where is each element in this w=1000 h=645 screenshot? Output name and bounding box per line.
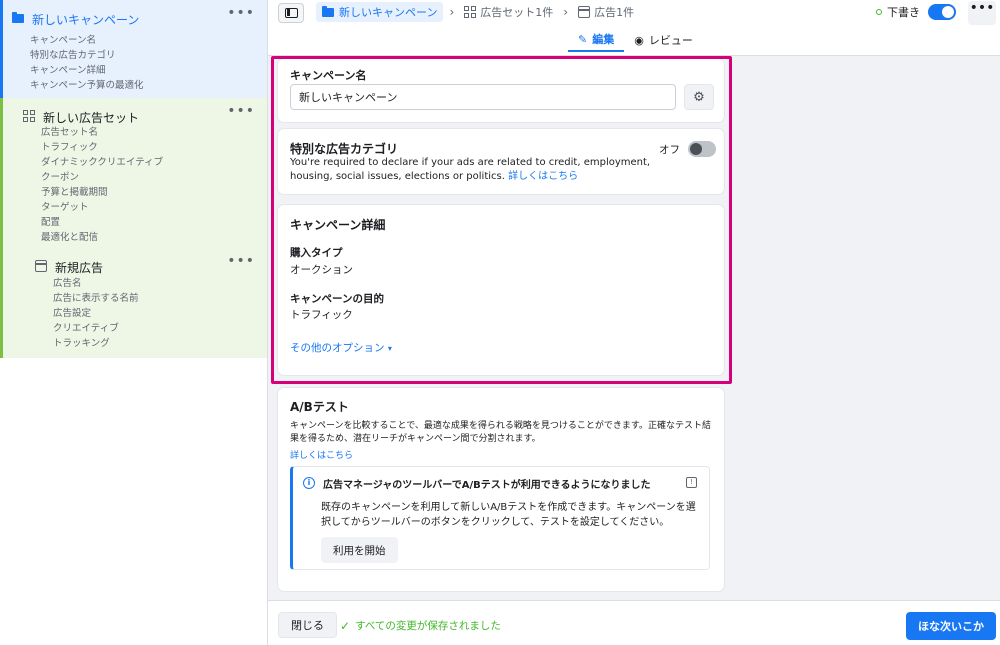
checkmark-icon: ✓ <box>340 618 351 633</box>
sidebar-item[interactable]: クリエイティブ <box>53 321 267 336</box>
special-category-toggle[interactable] <box>688 141 716 157</box>
campaign-name-label: キャンペーン名 <box>290 69 367 82</box>
more-options-label: その他のオプション <box>290 342 385 354</box>
more-options-link[interactable]: その他のオプション ▾ <box>290 340 392 355</box>
ab-test-info-box: i 広告マネージャのツールバーでA/Bテストが利用できるようになりました ! 既… <box>290 466 710 570</box>
ab-test-description: キャンペーンを比較することで、最適な成果を得られる戦略を見つけることができます。… <box>290 421 712 444</box>
sidebar-item[interactable]: 広告セット名 <box>41 125 267 140</box>
campaign-details-title: キャンペーン詳細 <box>290 218 386 232</box>
tab-bar: ✎ 編集 ◉ レビュー <box>568 28 703 52</box>
settings-button[interactable]: ⚙ <box>684 84 714 110</box>
sidebar-item[interactable]: キャンペーン詳細 <box>30 63 267 78</box>
learn-more-link[interactable]: 詳しくはこちら <box>508 171 578 182</box>
folder-icon <box>322 5 334 17</box>
main-content: キャンペーン名 ⚙ 特別な広告カテゴリ オフ You're required t… <box>268 56 1000 600</box>
footer-bar: 閉じる ✓ すべての変更が保存されました ほな次いこか <box>268 600 1000 645</box>
next-button[interactable]: ほな次いこか <box>906 612 996 640</box>
special-category-description: You're required to declare if your ads a… <box>290 156 660 184</box>
sidebar-item[interactable]: ターゲット <box>41 200 267 215</box>
save-status: ✓ すべての変更が保存されました <box>340 618 501 633</box>
info-title: 広告マネージャのツールバーでA/Bテストが利用できるようになりました <box>323 480 651 491</box>
ab-test-card: A/Bテスト キャンペーンを比較することで、最適な成果を得られる戦略を見つけるこ… <box>278 388 724 591</box>
grid-icon <box>464 6 477 18</box>
ad-icon <box>35 260 47 272</box>
campaign-name-card: キャンペーン名 ⚙ <box>278 59 724 122</box>
grid-icon <box>23 110 35 122</box>
objective-label: キャンペーンの目的 <box>290 293 384 305</box>
eye-icon: ◉ <box>634 33 644 47</box>
sidebar-adset-list: 広告セット名 トラフィック ダイナミッククリエイティブ クーポン 予算と掲載期間… <box>3 125 267 245</box>
sidebar-campaign-list: キャンペーン名 特別な広告カテゴリ キャンペーン詳細 キャンペーン予算の最適化 <box>3 33 267 93</box>
ad-more-icon[interactable]: ••• <box>227 254 255 268</box>
breadcrumb-adset[interactable]: 広告セット1件 <box>460 4 557 20</box>
buy-type-value: オークション <box>290 264 353 276</box>
sidebar-ad-list: 広告名 広告に表示する名前 広告設定 クリエイティブ トラッキング <box>3 276 267 351</box>
sidebar-item[interactable]: 広告に表示する名前 <box>53 291 267 306</box>
sidebar-item[interactable]: 広告名 <box>53 276 267 291</box>
buy-type-label: 購入タイプ <box>290 247 343 259</box>
ad-icon <box>578 6 591 18</box>
breadcrumb-campaign-label: 新しいキャンペーン <box>339 6 438 19</box>
tab-review-label: レビュー <box>648 34 693 47</box>
adset-more-icon[interactable]: ••• <box>227 104 255 118</box>
sidebar-item[interactable]: ダイナミッククリエイティブ <box>41 155 267 170</box>
special-category-title: 特別な広告カテゴリ <box>290 142 399 156</box>
campaign-details-card: キャンペーン詳細 購入タイプ オークション キャンペーンの目的 トラフィック そ… <box>278 205 724 375</box>
panel-toggle-button[interactable] <box>278 3 304 23</box>
gear-icon: ⚙ <box>693 89 705 105</box>
ab-test-learn-more-link[interactable]: 詳しくはこちら <box>290 448 353 461</box>
pencil-icon: ✎ <box>578 32 588 46</box>
tab-review[interactable]: ◉ レビュー <box>624 28 703 52</box>
campaign-more-icon[interactable]: ••• <box>227 6 255 20</box>
more-options-button[interactable]: ••• <box>968 1 996 25</box>
draft-label: 下書き <box>887 6 920 19</box>
sidebar-adset-title[interactable]: 新しい広告セット <box>43 109 139 126</box>
sidebar-item[interactable]: 予算と掲載期間 <box>41 185 267 200</box>
folder-icon <box>12 12 24 23</box>
feedback-icon[interactable]: ! <box>686 477 697 488</box>
breadcrumb-ad-label: 広告1件 <box>594 6 635 19</box>
toggle-off-label: オフ <box>659 143 680 156</box>
sidebar-item[interactable]: キャンペーン予算の最適化 <box>30 78 267 93</box>
chevron-right-icon: › <box>449 5 455 19</box>
special-category-card: 特別な広告カテゴリ オフ You're required to declare … <box>278 129 724 194</box>
close-button[interactable]: 閉じる <box>278 612 337 638</box>
tab-edit[interactable]: ✎ 編集 <box>568 28 625 52</box>
breadcrumb-ad[interactable]: 広告1件 <box>574 4 638 20</box>
info-body: 既存のキャンペーンを利用して新しいA/Bテストを作成できます。キャンペーンを選択… <box>321 502 696 528</box>
sidebar: 新しいキャンペーン ••• キャンペーン名 特別な広告カテゴリ キャンペーン詳細… <box>0 0 268 645</box>
top-bar: 新しいキャンペーン › 広告セット1件 › 広告1件 下書き ••• ✎ 編集 … <box>268 0 1000 56</box>
ab-test-title: A/Bテスト <box>290 400 349 414</box>
sidebar-campaign-section: 新しいキャンペーン ••• キャンペーン名 特別な広告カテゴリ キャンペーン詳細… <box>0 0 267 98</box>
chevron-right-icon: › <box>563 5 569 19</box>
draft-toggle[interactable] <box>928 4 956 20</box>
sidebar-item[interactable]: キャンペーン名 <box>30 33 267 48</box>
campaign-name-input[interactable] <box>290 84 676 110</box>
special-category-text: You're required to declare if your ads a… <box>290 157 651 182</box>
sidebar-toggle-icon <box>285 8 298 18</box>
sidebar-item[interactable]: トラッキング <box>53 336 267 351</box>
tab-edit-label: 編集 <box>592 33 615 46</box>
sidebar-ad-section: 新規広告 ••• 広告名 広告に表示する名前 広告設定 クリエイティブ トラッキ… <box>0 248 267 358</box>
sidebar-item[interactable]: トラフィック <box>41 140 267 155</box>
objective-value: トラフィック <box>290 309 353 321</box>
draft-status: 下書き <box>876 4 956 20</box>
sidebar-ad-title[interactable]: 新規広告 <box>55 259 103 276</box>
breadcrumb-campaign[interactable]: 新しいキャンペーン <box>316 2 444 22</box>
sidebar-item[interactable]: クーポン <box>41 170 267 185</box>
sidebar-item[interactable]: 最適化と配信 <box>41 230 267 245</box>
sidebar-campaign-title[interactable]: 新しいキャンペーン <box>32 11 139 28</box>
sidebar-item[interactable]: 広告設定 <box>53 306 267 321</box>
sidebar-item[interactable]: 特別な広告カテゴリ <box>30 48 267 63</box>
sidebar-item[interactable]: 配置 <box>41 215 267 230</box>
status-dot-icon <box>876 9 882 15</box>
special-category-toggle-group: オフ <box>659 141 716 157</box>
caret-down-icon: ▾ <box>387 344 392 353</box>
save-status-text: すべての変更が保存されました <box>355 620 501 632</box>
info-icon: i <box>303 477 315 489</box>
get-started-button[interactable]: 利用を開始 <box>321 537 398 563</box>
breadcrumb: 新しいキャンペーン › 広告セット1件 › 広告1件 <box>316 2 638 22</box>
breadcrumb-adset-label: 広告セット1件 <box>480 6 554 19</box>
sidebar-adset-section: 新しい広告セット ••• 広告セット名 トラフィック ダイナミッククリエイティブ… <box>0 98 267 248</box>
